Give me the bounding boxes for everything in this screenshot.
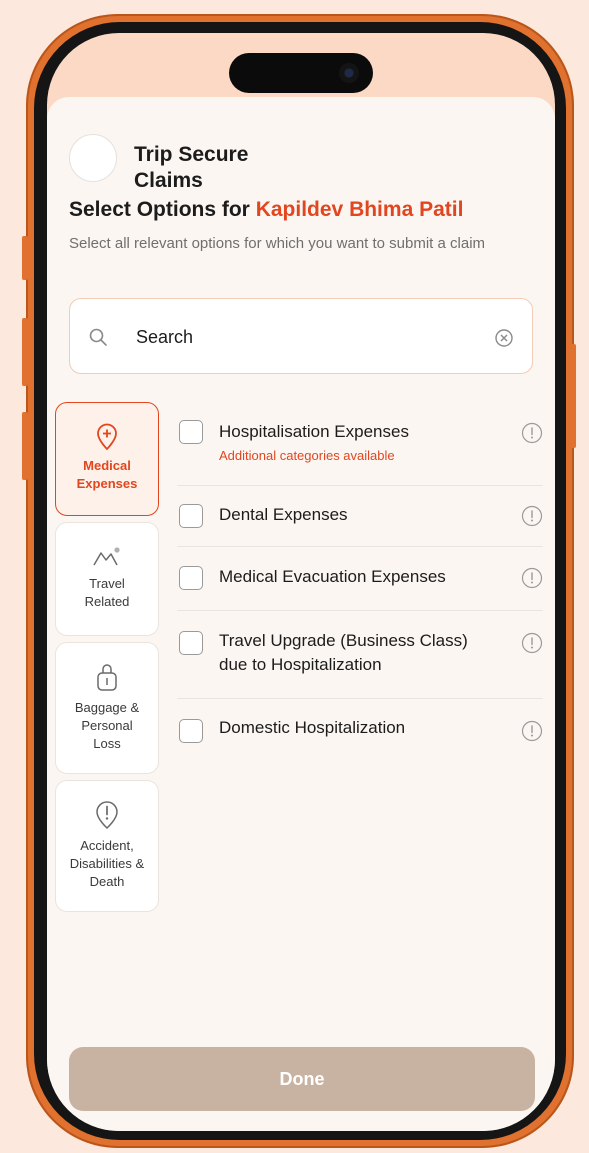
camera-icon	[339, 63, 359, 83]
phone-screen: Trip Secure Claims Select Options for Ka…	[47, 33, 555, 1131]
category-travel-related[interactable]: Travel Related	[55, 522, 159, 636]
info-icon[interactable]	[521, 720, 543, 742]
search-input[interactable]	[136, 321, 476, 353]
power-button	[570, 344, 576, 448]
brand-title: Trip Secure Claims	[134, 142, 248, 194]
brand-line-2: Claims	[134, 169, 203, 192]
option-label: Travel Upgrade (Business Class) due to H…	[219, 631, 468, 674]
option-sublabel: Additional categories available	[219, 448, 395, 463]
category-medical-expenses[interactable]: Medical Expenses	[55, 402, 159, 516]
brand-logo	[69, 134, 117, 182]
option-dental-expenses[interactable]: Dental Expenses	[177, 485, 543, 547]
claims-sheet: Trip Secure Claims Select Options for Ka…	[47, 89, 555, 1131]
option-domestic-hospitalization[interactable]: Domestic Hospitalization	[177, 698, 543, 758]
category-baggage-personal-loss[interactable]: Baggage & Personal Loss	[55, 642, 159, 774]
page-subtitle: Select all relevant options for which yo…	[69, 235, 486, 252]
info-icon[interactable]	[521, 567, 543, 589]
luggage-icon	[97, 664, 117, 691]
info-icon[interactable]	[521, 422, 543, 444]
option-hospitalisation-expenses[interactable]: Hospitalisation Expenses Additional cate…	[177, 417, 543, 486]
category-label: Medical Expenses	[76, 458, 138, 491]
dynamic-island	[229, 53, 373, 93]
info-icon[interactable]	[521, 632, 543, 654]
option-checkbox[interactable]	[179, 719, 203, 743]
option-checkbox[interactable]	[179, 631, 203, 655]
volume-down-button	[22, 412, 28, 480]
done-button[interactable]: Done	[69, 1047, 535, 1111]
page-title: Select Options for Kapildev Bhima Patil	[69, 198, 463, 222]
option-label: Medical Evacuation Expenses	[219, 567, 446, 586]
option-label: Domestic Hospitalization	[219, 718, 406, 737]
alert-pin-icon	[96, 801, 118, 830]
map-pin-plus-icon	[97, 423, 117, 451]
option-travel-upgrade[interactable]: Travel Upgrade (Business Class) due to H…	[177, 610, 543, 699]
search-box[interactable]	[69, 298, 533, 374]
option-checkbox[interactable]	[179, 566, 203, 590]
category-label: Travel Related	[84, 576, 130, 609]
insured-name: Kapildev Bhima Patil	[255, 198, 464, 221]
option-label: Dental Expenses	[219, 505, 348, 524]
brand-line-1: Trip Secure	[134, 143, 249, 166]
category-label: Baggage & Personal Loss	[74, 700, 140, 751]
option-medical-evacuation-expenses[interactable]: Medical Evacuation Expenses	[177, 546, 543, 611]
category-accident-disabilities-death[interactable]: Accident, Disabilities & Death	[55, 780, 159, 912]
option-checkbox[interactable]	[179, 504, 203, 528]
mountain-icon	[93, 547, 120, 566]
volume-up-button	[22, 318, 28, 386]
clear-search-icon[interactable]	[494, 328, 514, 348]
action-button	[22, 236, 28, 280]
info-icon[interactable]	[521, 505, 543, 527]
page-title-prefix: Select Options for	[69, 198, 256, 221]
option-label: Hospitalisation Expenses	[219, 422, 409, 441]
search-icon	[89, 328, 107, 346]
option-checkbox[interactable]	[179, 420, 203, 444]
category-label: Accident, Disabilities & Death	[69, 838, 145, 889]
